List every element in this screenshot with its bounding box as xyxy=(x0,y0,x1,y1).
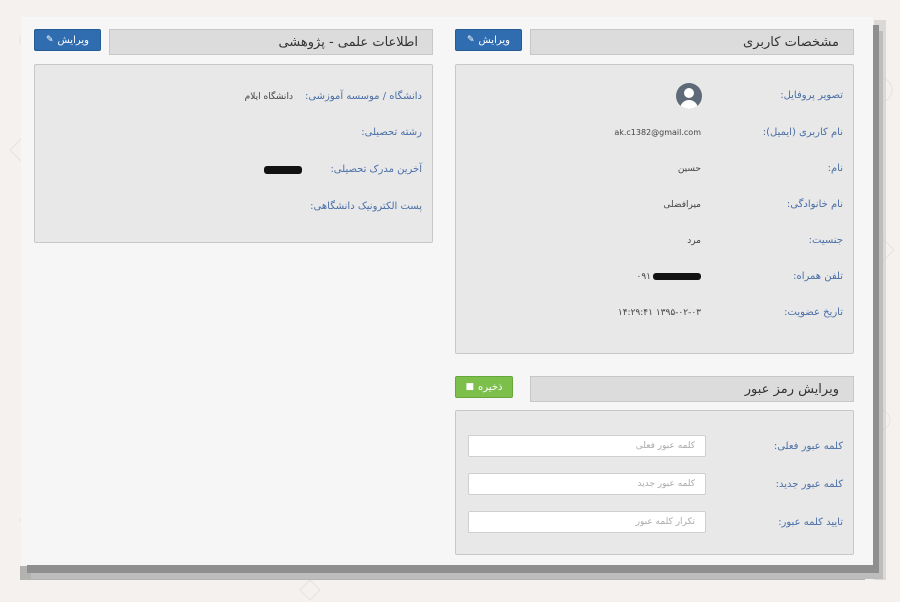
field-label: تصویر پروفایل: xyxy=(780,90,843,101)
edit-button-label: ویرایش xyxy=(57,34,89,46)
field-label: دانشگاه / موسسه آموزشی: xyxy=(304,91,422,102)
save-button-label: ذخیره xyxy=(478,381,503,393)
user-avatar-icon[interactable] xyxy=(676,83,702,109)
field-label: کلمه عبور جدید: xyxy=(775,479,843,490)
current-password-input[interactable] xyxy=(468,435,706,457)
field-major: رشته تحصیلی: xyxy=(361,127,422,138)
user-details-box: تصویر پروفایل: نام کاربری (ایمیل): ak.c1… xyxy=(455,64,854,354)
field-value: ۰۹۱ xyxy=(636,272,701,282)
field-value: ۱۳۹۵-۰۲-۰۳ ۱۴:۲۹:۴۱ xyxy=(617,307,701,318)
field-degree: آخرین مدرک تحصیلی: xyxy=(264,164,422,175)
academic-info-edit-button[interactable]: ویرایش ✎ xyxy=(34,29,101,51)
field-value: دانشگاه ایلام xyxy=(244,91,293,102)
password-box: کلمه عبور فعلی: کلمه عبور جدید: تایید کل… xyxy=(455,410,854,555)
confirm-password-input[interactable] xyxy=(468,511,706,533)
field-gender: جنسیت: مرد xyxy=(687,235,843,246)
academic-info-header: اطلاعات علمی - پژوهشی xyxy=(109,29,433,55)
window-shadow xyxy=(874,20,886,580)
field-label: نام کاربری (ایمیل): xyxy=(762,127,843,138)
user-details-header: مشخصات کاربری xyxy=(530,29,854,55)
field-value: ak.c1382@gmail.com xyxy=(614,128,701,137)
field-label: نام خانوادگی: xyxy=(786,199,843,210)
field-value: حسین xyxy=(677,163,701,174)
field-label: کلمه عبور فعلی: xyxy=(773,441,843,452)
field-label: تاریخ عضویت: xyxy=(784,307,843,318)
field-join-date: تاریخ عضویت: ۱۳۹۵-۰۲-۰۳ ۱۴:۲۹:۴۱ xyxy=(618,307,843,318)
mobile-prefix: ۰۹۱ xyxy=(636,271,651,282)
redacted-value xyxy=(264,165,303,174)
field-label: نام: xyxy=(827,163,843,174)
save-password-button[interactable]: ذخیره ■ xyxy=(455,376,513,398)
user-details-edit-button[interactable]: ویرایش ✎ xyxy=(455,29,522,51)
field-username: نام کاربری (ایمیل): ak.c1382@gmail.com xyxy=(614,127,843,138)
window-shadow-bottom xyxy=(20,566,865,580)
field-label: رشته تحصیلی: xyxy=(361,127,422,138)
field-new-password-label: کلمه عبور جدید: xyxy=(776,479,843,490)
redacted-value xyxy=(653,273,701,280)
field-profile-picture: تصویر پروفایل: xyxy=(780,90,843,101)
field-current-password-label: کلمه عبور فعلی: xyxy=(774,441,843,452)
field-label: پست الکترونیک دانشگاهی: xyxy=(310,201,422,212)
password-header: ویرایش رمز عبور xyxy=(530,376,854,402)
field-first-name: نام: حسین xyxy=(678,163,843,174)
field-university: دانشگاه / موسسه آموزشی: دانشگاه ایلام xyxy=(245,91,422,102)
field-academic-email: پست الکترونیک دانشگاهی: xyxy=(310,201,422,212)
edit-button-label: ویرایش xyxy=(478,34,510,46)
user-details-title: مشخصات کاربری xyxy=(743,34,839,50)
field-label: آخرین مدرک تحصیلی: xyxy=(330,164,422,175)
academic-info-box: دانشگاه / موسسه آموزشی: دانشگاه ایلام رش… xyxy=(34,64,433,243)
field-value: مرد xyxy=(687,235,701,246)
edit-icon: ✎ xyxy=(467,35,475,45)
new-password-input[interactable] xyxy=(468,473,706,495)
field-label: تایید کلمه عبور: xyxy=(778,517,843,528)
profile-page: اطلاعات علمی - پژوهشی ویرایش ✎ دانشگاه /… xyxy=(21,17,873,565)
field-label: تلفن همراه: xyxy=(793,271,843,282)
field-last-name: نام خانوادگی: میرافضلی xyxy=(663,199,843,210)
field-value: میرافضلی xyxy=(663,199,701,210)
field-confirm-password-label: تایید کلمه عبور: xyxy=(778,517,843,528)
academic-info-title: اطلاعات علمی - پژوهشی xyxy=(278,34,418,50)
save-icon: ■ xyxy=(465,382,475,392)
edit-icon: ✎ xyxy=(46,35,54,45)
password-title: ویرایش رمز عبور xyxy=(744,381,839,397)
field-mobile: تلفن همراه: ۰۹۱ xyxy=(636,271,843,282)
field-label: جنسیت: xyxy=(808,235,843,246)
